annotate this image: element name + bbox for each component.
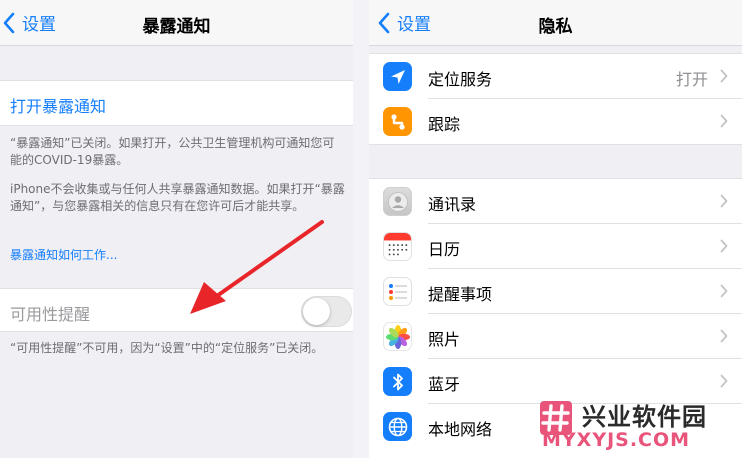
watermark-cn: 兴业软件园 — [582, 403, 707, 431]
row-label: 跟踪 — [428, 115, 461, 134]
chevron-right-icon — [720, 239, 728, 253]
tracking-icon — [383, 107, 412, 136]
chevron-right-icon — [720, 194, 728, 208]
availability-toggle[interactable] — [301, 296, 352, 327]
privacy-group-1: 定位服务 打开 跟踪 — [369, 53, 742, 145]
location-icon — [383, 62, 412, 91]
chevron-right-icon — [720, 374, 728, 388]
exposure-off-description: “暴露通知”已关闭。如果打开，公共卫生管理机构可通知您可能的COVID-19暴露… — [10, 136, 335, 167]
row-label: 蓝牙 — [428, 375, 461, 394]
availability-description: “可用性提醒”不可用，因为“设置”中的“定位服务”已关闭。 — [10, 341, 324, 355]
row-value: 打开 — [675, 70, 708, 89]
nav-bar: 设置 隐私 — [369, 0, 742, 46]
chevron-right-icon — [720, 329, 728, 343]
privacy-description: iPhone不会收集或与任何人共享暴露通知数据。如果打开“暴露通知”，与您暴露相… — [10, 182, 345, 213]
open-exposure-row[interactable]: 打开暴露通知 — [0, 80, 353, 126]
how-it-works-link[interactable]: 暴露通知如何工作... — [10, 246, 117, 263]
nav-bar: 设置 暴露通知 — [0, 0, 353, 46]
availability-label: 可用性提醒 — [10, 305, 91, 324]
row-location-services[interactable]: 定位服务 打开 — [369, 54, 742, 99]
reminders-icon — [383, 277, 412, 306]
row-reminders[interactable]: 提醒事项 — [369, 269, 742, 314]
availability-alerts-row: 可用性提醒 — [0, 288, 353, 332]
local-network-icon — [383, 412, 412, 441]
bluetooth-icon — [383, 367, 412, 396]
row-label: 提醒事项 — [428, 285, 493, 304]
row-contacts[interactable]: 通讯录 — [369, 179, 742, 224]
chevron-right-icon — [720, 69, 728, 83]
contacts-icon — [383, 187, 412, 216]
open-exposure-link[interactable]: 打开暴露通知 — [10, 93, 106, 117]
toggle-knob — [303, 298, 330, 325]
watermark-en: MYXYJS.COM — [542, 429, 691, 451]
row-label: 照片 — [428, 330, 461, 349]
red-arrow-icon — [190, 220, 324, 314]
page-title: 隐私 — [538, 17, 573, 37]
photos-icon — [383, 322, 412, 351]
watermark: 兴业软件园 MYXYJS.COM — [538, 397, 742, 458]
row-label: 定位服务 — [428, 70, 493, 89]
chevron-right-icon — [720, 114, 728, 128]
calendar-icon — [383, 232, 412, 261]
row-tracking[interactable]: 跟踪 — [369, 99, 742, 144]
row-label: 本地网络 — [428, 420, 493, 439]
row-photos[interactable]: 照片 — [369, 314, 742, 359]
row-label: 通讯录 — [428, 195, 477, 214]
page-title: 暴露通知 — [142, 17, 211, 37]
exposure-notifications-pane: 设置 暴露通知 打开暴露通知 “暴露通知”已关闭。如果打开，公共卫生管理机构可通… — [0, 0, 353, 458]
row-calendar[interactable]: 日历 — [369, 224, 742, 269]
chevron-right-icon — [720, 284, 728, 298]
privacy-pane: 设置 隐私 定位服务 打开 跟踪 通讯录 日历 提醒事项 照片 蓝牙 本地网络 — [369, 0, 742, 458]
row-label: 日历 — [428, 240, 461, 259]
